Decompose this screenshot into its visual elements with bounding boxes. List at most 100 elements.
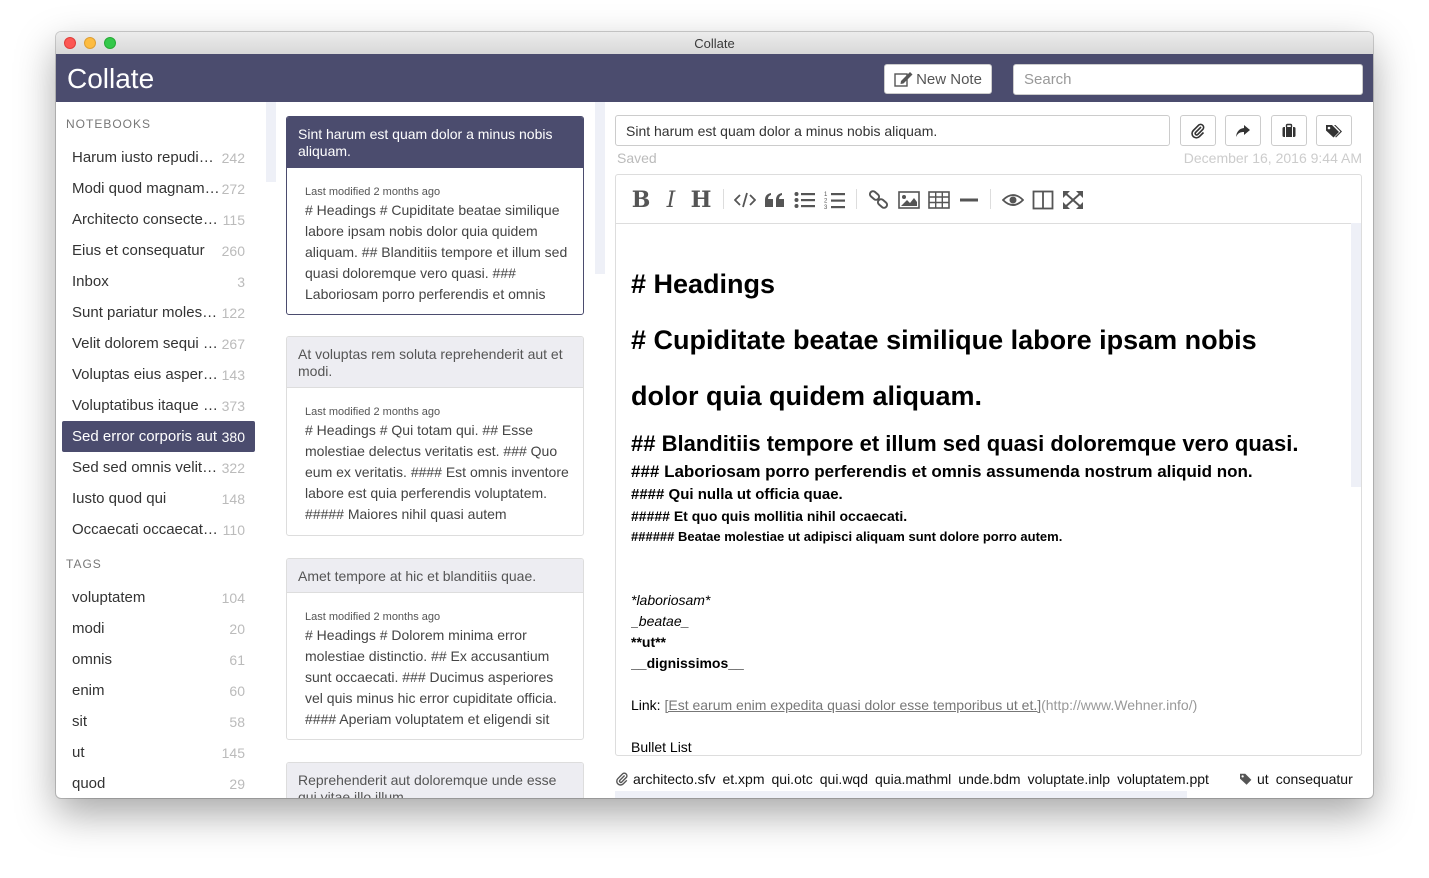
notebook-name: Sed error corporis aut <box>72 428 218 445</box>
notebook-item[interactable]: Eius et consequatur 260 <box>62 235 255 266</box>
notebook-item[interactable]: Sed sed omnis velit est 322 <box>62 452 255 483</box>
move-notebook-button[interactable] <box>1271 115 1307 146</box>
table-button[interactable] <box>926 187 952 213</box>
attachment-file[interactable]: qui.otc <box>772 771 813 787</box>
horizontal-rule-button[interactable] <box>956 187 982 213</box>
notebook-name: Voluptas eius aspernatur <box>72 366 220 383</box>
code-button[interactable] <box>732 187 758 213</box>
tag-name: omnis <box>72 651 113 668</box>
ordered-list-icon: 1 2 3 <box>824 192 845 210</box>
note-card[interactable]: Amet tempore at hic et blanditiis quae. … <box>286 558 584 740</box>
share-button[interactable] <box>1225 115 1261 146</box>
tag-name: voluptatem <box>72 589 146 606</box>
notebook-item[interactable]: Iusto quod qui 148 <box>62 483 255 514</box>
code-icon <box>734 192 756 208</box>
attachment-file[interactable]: voluptatem.ppt <box>1117 771 1209 787</box>
table-icon <box>928 191 950 209</box>
note-tags-row: ut consequatur <box>1237 771 1360 787</box>
attachment-file[interactable]: qui.wqd <box>820 771 868 787</box>
tag-item[interactable]: modi 20 <box>62 613 255 644</box>
note-title-input[interactable] <box>615 115 1170 146</box>
tag-item[interactable]: quod 29 <box>62 768 255 798</box>
svg-text:3: 3 <box>824 205 828 210</box>
notebook-item[interactable]: Velit dolorem sequi eos 267 <box>62 328 255 359</box>
notebook-item[interactable]: Architecto consectetur 115 <box>62 204 255 235</box>
side-by-side-icon <box>1032 190 1054 210</box>
note-card-active[interactable]: Sint harum est quam dolor a minus nobis … <box>286 116 584 315</box>
notebook-item[interactable]: Voluptas eius aspernatur143 <box>62 359 255 390</box>
notebook-count: 373 <box>221 398 245 414</box>
heading-button[interactable]: H <box>688 187 714 213</box>
tag-item[interactable]: enim 60 <box>62 675 255 706</box>
notebook-name: Eius et consequatur <box>72 242 205 259</box>
tag-item[interactable]: sit 58 <box>62 706 255 737</box>
note-card[interactable]: Reprehenderit aut doloremque unde esse q… <box>286 762 584 798</box>
notebook-item-active[interactable]: Sed error corporis aut 380 <box>62 421 255 452</box>
tag-name: modi <box>72 620 105 637</box>
side-by-side-button[interactable] <box>1030 187 1056 213</box>
md-link-text[interactable]: [Est earum enim expedita quasi dolor ess… <box>664 697 1041 713</box>
md-heading-6: ###### Beatae molestiae ut adipisci aliq… <box>631 529 1063 544</box>
link-label: Link: <box>631 697 665 713</box>
attach-button[interactable] <box>1180 115 1216 146</box>
footer-scrollbar[interactable] <box>615 791 1187 798</box>
ordered-list-button[interactable]: 1 2 3 <box>822 187 848 213</box>
edit-icon <box>894 72 913 87</box>
notebook-name: Architecto consectetur <box>72 211 220 228</box>
note-footer: architecto.sfv et.xpm qui.otc qui.wqd quia.m… <box>615 771 1363 791</box>
attachments-row: architecto.sfv et.xpm qui.otc qui.wqd quia.m… <box>615 771 1216 787</box>
quote-button[interactable] <box>762 187 788 213</box>
preview-button[interactable] <box>1000 187 1026 213</box>
svg-text:1: 1 <box>824 192 828 198</box>
notebook-item[interactable]: Harum iusto repudiandae242 <box>62 142 255 173</box>
link-icon <box>868 190 889 209</box>
tag-item[interactable]: voluptatem 104 <box>62 582 255 613</box>
preview-eye-icon <box>1002 194 1024 206</box>
unordered-list-button[interactable] <box>792 187 818 213</box>
attachment-file[interactable]: unde.bdm <box>958 771 1020 787</box>
md-heading-4: #### Qui nulla ut officia quae. <box>631 486 843 503</box>
notebook-item[interactable]: Voluptatibus itaque quis 373 <box>62 390 255 421</box>
tag-item[interactable]: omnis 61 <box>62 644 255 675</box>
notebook-count: 143 <box>221 367 245 383</box>
new-note-button[interactable]: New Note <box>884 64 992 94</box>
editor-content[interactable]: # Headings # Cupiditate beatae similique… <box>631 223 1341 755</box>
attachment-file[interactable]: voluptate.inlp <box>1028 771 1111 787</box>
attachment-file[interactable]: quia.mathml <box>875 771 951 787</box>
md-heading-1: dolor quia quidem aliquam. <box>631 381 983 411</box>
md-link-line: Link: [Est earum enim expedita quasi dol… <box>631 697 1197 713</box>
tag-count: 61 <box>229 652 245 668</box>
note-card[interactable]: At voluptas rem soluta reprehenderit aut… <box>286 336 584 536</box>
search-input[interactable] <box>1013 64 1363 95</box>
note-date: December 16, 2016 9:44 AM <box>1183 150 1362 166</box>
fullscreen-icon <box>1063 191 1083 209</box>
attachment-file[interactable]: architecto.sfv <box>633 771 715 787</box>
notes-scrollbar[interactable] <box>595 102 605 274</box>
attachment-file[interactable]: et.xpm <box>722 771 764 787</box>
fullscreen-button[interactable] <box>1060 187 1086 213</box>
tag-item[interactable]: ut 145 <box>62 737 255 768</box>
tags-heading: TAGS <box>66 557 102 571</box>
bold-button[interactable]: B <box>628 187 654 213</box>
notebook-count: 115 <box>222 212 245 228</box>
editor-scrollbar[interactable] <box>1351 223 1361 487</box>
image-button[interactable] <box>896 187 922 213</box>
toolbar-separator <box>856 189 857 209</box>
notebook-item[interactable]: Sunt pariatur molestias 122 <box>62 297 255 328</box>
note-tag[interactable]: consequatur <box>1276 771 1353 787</box>
notebook-item[interactable]: Occaecati occaecati ut 110 <box>62 514 255 545</box>
tag-count: 20 <box>229 621 245 637</box>
notebook-count: 148 <box>221 491 245 507</box>
notebook-item[interactable]: Modi quod magnam dolorum272 <box>62 173 255 204</box>
link-button[interactable] <box>866 187 892 213</box>
note-tag[interactable]: ut <box>1257 771 1269 787</box>
sidebar-scrollbar[interactable] <box>266 102 276 182</box>
markdown-editor[interactable]: B I H 1 2 3 # Headings # Cupiditate beat… <box>615 174 1362 756</box>
notebook-count: 122 <box>221 305 245 321</box>
tag-count: 60 <box>229 683 245 699</box>
save-status: Saved <box>617 150 657 166</box>
tags-button[interactable] <box>1316 115 1352 146</box>
italic-button[interactable]: I <box>658 187 684 213</box>
md-link-url[interactable]: (http://www.Wehner.info/) <box>1041 697 1197 713</box>
notebook-item[interactable]: Inbox 3 <box>62 266 255 297</box>
